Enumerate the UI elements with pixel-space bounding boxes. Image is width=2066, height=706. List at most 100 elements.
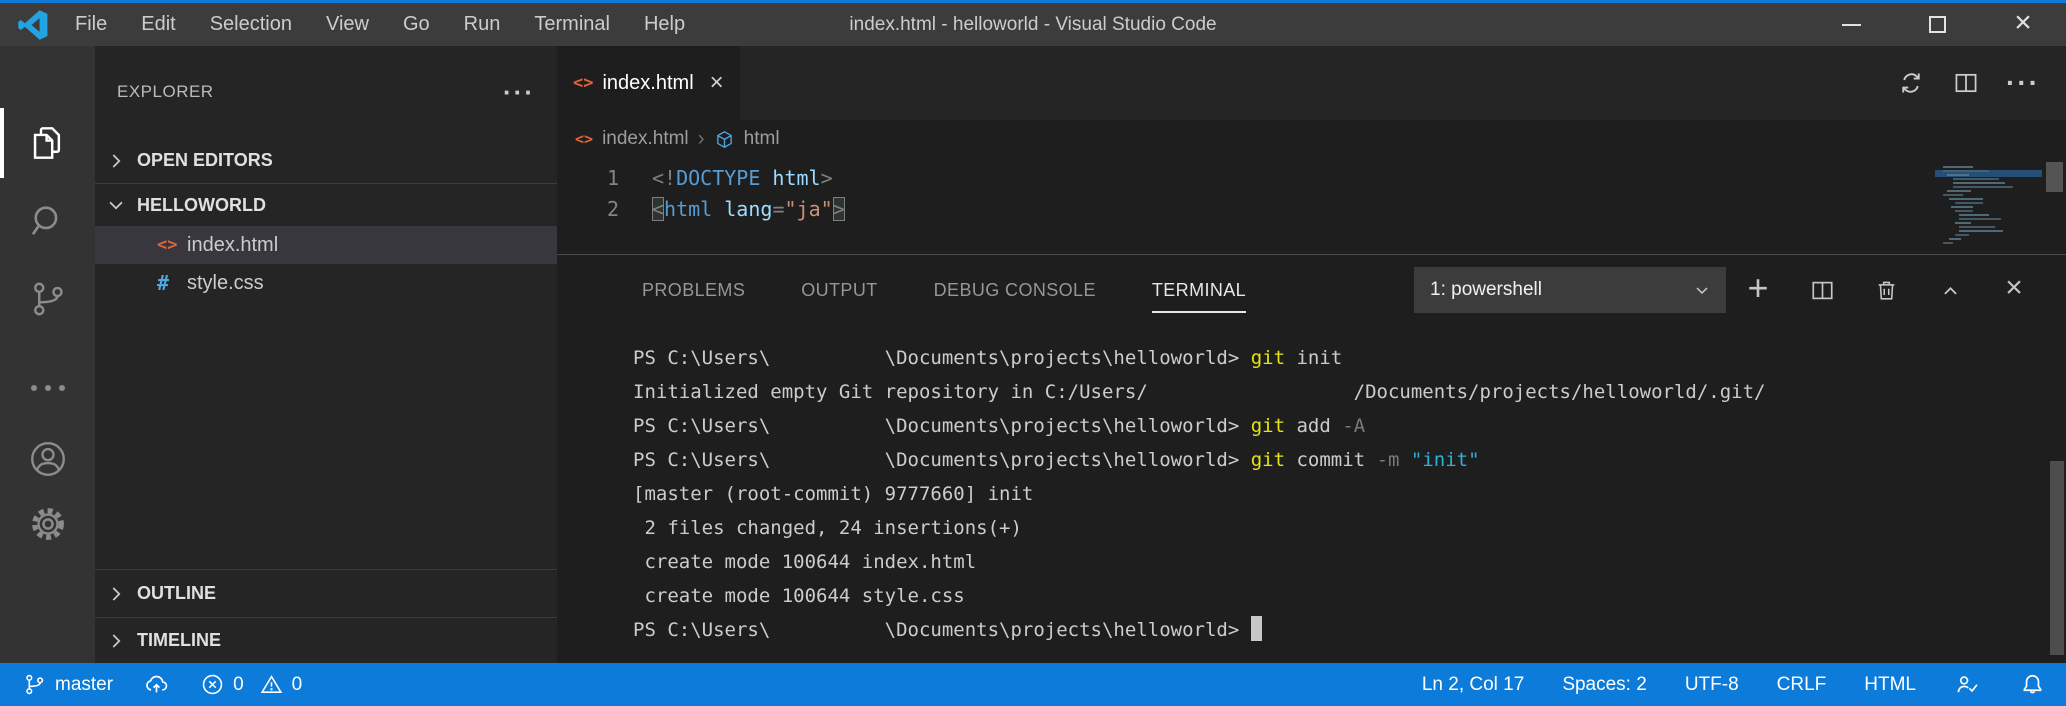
code-token: html [760, 166, 820, 190]
status-language-mode[interactable]: HTML [1864, 674, 1916, 696]
status-cursor-position[interactable]: Ln 2, Col 17 [1422, 674, 1524, 696]
settings-button[interactable] [0, 494, 95, 554]
publish-changes-button[interactable] [143, 671, 170, 698]
sidebar-empty-space [95, 302, 557, 569]
kill-terminal-button[interactable] [1854, 277, 1918, 304]
maximize-icon [1929, 16, 1946, 33]
breadcrumb-separator: › [698, 127, 705, 151]
terminal-line: PS C:\Users\ \Documents\projects\hellowo… [633, 443, 2066, 477]
panel-tab-terminal[interactable]: TERMINAL [1152, 280, 1246, 301]
timeline-label: TIMELINE [137, 630, 221, 651]
terminal-line: PS C:\Users\ \Documents\projects\hellowo… [633, 613, 2066, 647]
status-encoding[interactable]: UTF-8 [1685, 674, 1739, 696]
menu-item-help[interactable]: Help [627, 3, 702, 46]
timeline-section[interactable]: TIMELINE [95, 617, 557, 663]
status-eol-sequence[interactable]: CRLF [1777, 674, 1827, 696]
search-icon [27, 200, 69, 242]
accounts-button[interactable] [0, 429, 95, 489]
breadcrumb-symbol[interactable]: html [744, 128, 780, 150]
tab-close-icon[interactable]: × [710, 71, 724, 95]
terminal-shell-select[interactable]: 1: powershell [1414, 267, 1726, 313]
menu-item-view[interactable]: View [309, 3, 386, 46]
split-editor-icon[interactable] [1952, 69, 1980, 97]
minimap-line [1959, 214, 1989, 216]
terminal-output[interactable]: PS C:\Users\ \Documents\projects\hellowo… [557, 325, 2066, 663]
minimap[interactable] [1943, 166, 2039, 246]
sidebar-item-source-control[interactable] [0, 269, 95, 329]
sidebar-header: EXPLORER ··· [95, 46, 557, 138]
editor-scrollbar[interactable] [2042, 158, 2066, 254]
panel-tab-problems[interactable]: PROBLEMS [642, 280, 745, 301]
minimap-line [1943, 194, 1963, 196]
line-number: 1 [557, 163, 619, 194]
terminal-text-segment: "init" [1411, 449, 1480, 471]
menu-item-run[interactable]: Run [447, 3, 518, 46]
outline-section[interactable]: OUTLINE [95, 569, 557, 617]
feedback-button[interactable] [1954, 671, 1981, 698]
ellipsis-icon [31, 385, 65, 391]
bell-icon [2019, 671, 2046, 698]
terminal-line: create mode 100644 style.css [633, 579, 2066, 613]
maximize-panel-button[interactable] [1918, 277, 1982, 304]
panel-tabs: PROBLEMS OUTPUT DEBUG CONSOLE TERMINAL [642, 280, 1302, 301]
menu-item-selection[interactable]: Selection [193, 3, 309, 46]
status-indentation[interactable]: Spaces: 2 [1562, 674, 1647, 696]
terminal-line: create mode 100644 index.html [633, 545, 2066, 579]
minimap-line [1949, 238, 1961, 240]
terminal-text-segment: PS C:\Users\ \Documents\projects\hellowo… [633, 415, 1251, 437]
chevron-right-icon [103, 628, 129, 654]
sidebar-item-more-views[interactable] [0, 358, 95, 418]
minimize-button[interactable] [1808, 3, 1894, 46]
code-editor[interactable]: 1<!DOCTYPE html>2<html lang="ja"> [557, 158, 2066, 254]
menu-item-terminal[interactable]: Terminal [517, 3, 627, 46]
file-item-index-html[interactable]: <>index.html [95, 226, 557, 264]
terminal-line: PS C:\Users\ \Documents\projects\hellowo… [633, 341, 2066, 375]
breadcrumb-file[interactable]: index.html [602, 128, 689, 150]
tab-index-html[interactable]: <> index.html × [557, 46, 740, 120]
terminal-cursor [1251, 616, 1262, 641]
split-terminal-button[interactable] [1790, 277, 1854, 304]
branch-indicator[interactable]: master [22, 672, 113, 697]
terminal-text-segment: PS C:\Users\ \Documents\projects\hellowo… [633, 619, 1251, 641]
css-file-icon: # [157, 271, 187, 295]
menu-item-file[interactable]: File [58, 3, 124, 46]
open-changes-icon[interactable] [1896, 68, 1926, 98]
terminal-text-segment: init [1285, 347, 1342, 369]
panel-tab-debug-console[interactable]: DEBUG CONSOLE [934, 280, 1096, 301]
explorer-files-icon [27, 122, 69, 164]
open-editors-label: OPEN EDITORS [137, 150, 273, 171]
minimap-line [1943, 242, 1953, 244]
folder-label: HELLOWORLD [137, 195, 266, 216]
minimize-icon [1842, 24, 1861, 26]
close-button[interactable]: × [1980, 3, 2066, 46]
editor-scrollbar-slider[interactable] [2046, 162, 2063, 192]
code-token: < [652, 197, 664, 221]
problems-indicator[interactable]: 0 0 [200, 672, 302, 697]
menu-item-go[interactable]: Go [386, 3, 447, 46]
sidebar-item-explorer[interactable] [0, 113, 95, 173]
folder-section-helloworld[interactable]: HELLOWORLD [95, 184, 557, 226]
menu-item-edit[interactable]: Edit [124, 3, 192, 46]
file-item-style-css[interactable]: #style.css [95, 264, 557, 302]
notifications-button[interactable] [2019, 671, 2046, 698]
chevron-up-icon [1937, 277, 1964, 304]
panel-tab-output[interactable]: OUTPUT [801, 280, 877, 301]
split-panel-icon [1809, 277, 1836, 304]
code-token: DOCTYPE [676, 166, 760, 190]
code-token: html [664, 197, 712, 221]
maximize-button[interactable] [1894, 3, 1980, 46]
code-token: lang [712, 197, 772, 221]
trash-icon [1873, 277, 1900, 304]
sidebar-item-search[interactable] [0, 191, 95, 251]
open-editors-section[interactable]: OPEN EDITORS [95, 138, 557, 184]
html-file-icon: <> [157, 235, 187, 255]
file-tree: <>index.html#style.css [95, 226, 557, 302]
menu-bar: FileEditSelectionViewGoRunTerminalHelp [58, 3, 702, 46]
title-bar: FileEditSelectionViewGoRunTerminalHelp i… [0, 0, 2066, 46]
code-token: "ja" [784, 197, 832, 221]
error-count: 0 [233, 674, 244, 696]
error-icon [200, 672, 225, 697]
minimap-line [1949, 198, 1983, 200]
terminal-text-segment: -m [1377, 449, 1400, 471]
terminal-scrollbar[interactable] [2050, 461, 2064, 655]
